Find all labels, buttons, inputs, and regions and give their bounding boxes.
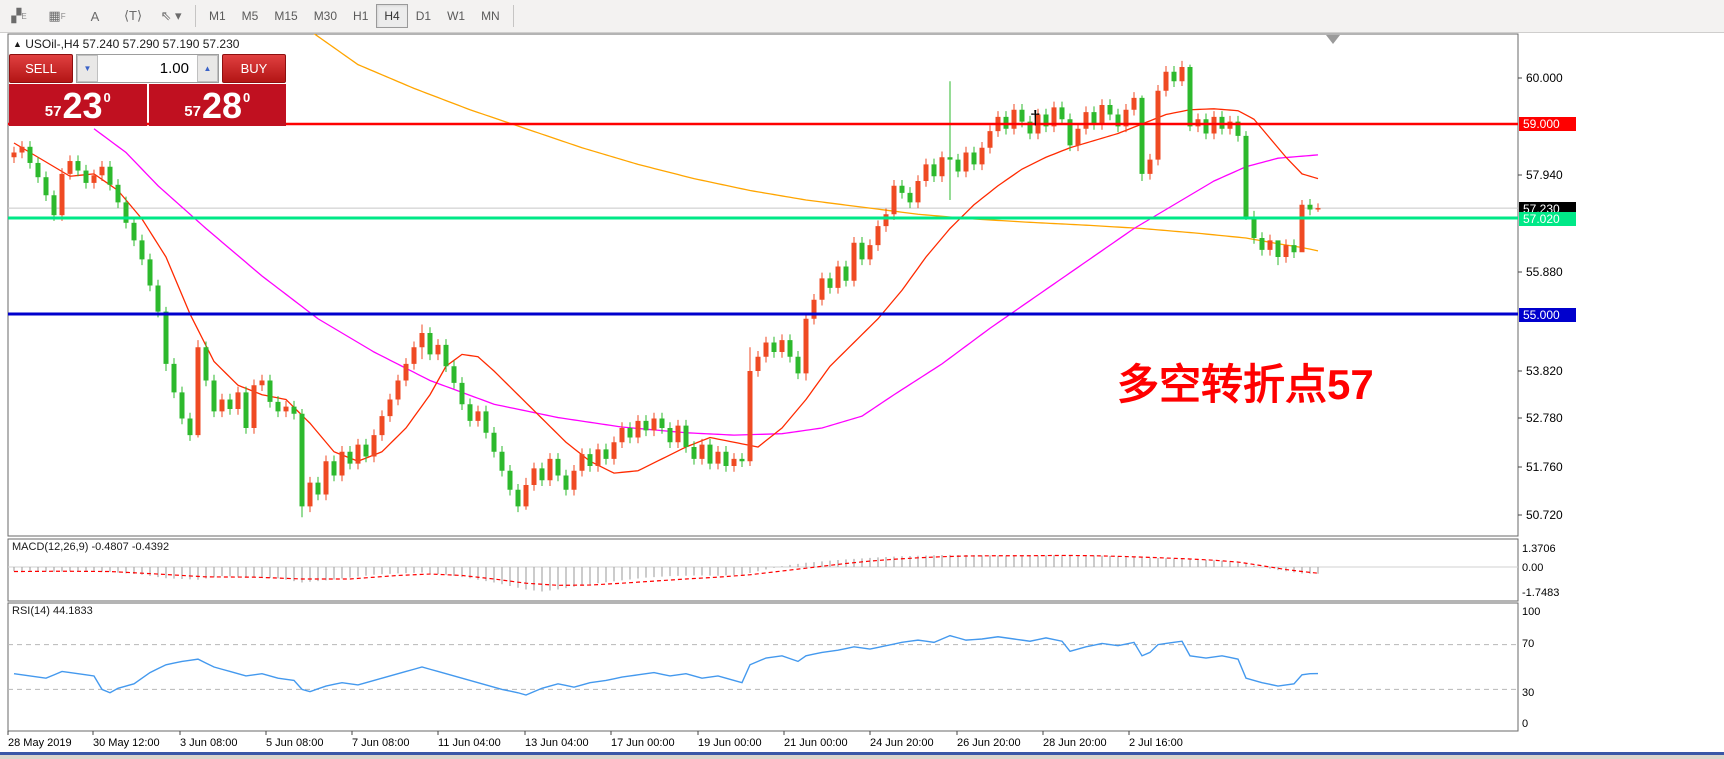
- svg-text:53.820: 53.820: [1526, 364, 1563, 378]
- svg-text:3 Jun 08:00: 3 Jun 08:00: [180, 737, 238, 749]
- timeframe-button-m5[interactable]: M5: [234, 4, 267, 28]
- timeframe-button-h4[interactable]: H4: [376, 4, 407, 28]
- svg-text:55.000: 55.000: [1523, 308, 1560, 322]
- sell-price[interactable]: 57230: [9, 84, 147, 126]
- annotation-text: 多空转折点57: [1117, 351, 1374, 412]
- svg-text:59.000: 59.000: [1523, 117, 1560, 131]
- buy-button[interactable]: BUY: [222, 54, 286, 83]
- collapse-triangle-icon[interactable]: ▲: [13, 39, 22, 49]
- timeframe-button-m30[interactable]: M30: [306, 4, 345, 28]
- svg-text:13 Jun 04:00: 13 Jun 04:00: [525, 737, 589, 749]
- one-click-trade-panel: SELL ▼ ▲ BUY 57230 57280: [9, 54, 286, 126]
- text-label-tool-icon[interactable]: A: [78, 3, 112, 29]
- toolbar-separator: [513, 5, 514, 27]
- timeframe-button-mn[interactable]: MN: [473, 4, 508, 28]
- svg-text:57.020: 57.020: [1523, 212, 1560, 226]
- svg-text:19 Jun 00:00: 19 Jun 00:00: [698, 737, 762, 749]
- svg-text:30: 30: [1522, 687, 1534, 699]
- buy-price[interactable]: 57280: [149, 84, 287, 126]
- svg-text:2 Jul 16:00: 2 Jul 16:00: [1129, 737, 1183, 749]
- svg-text:28 Jun 20:00: 28 Jun 20:00: [1043, 737, 1107, 749]
- chart-shift-marker-icon[interactable]: [1326, 35, 1340, 44]
- svg-text:21 Jun 00:00: 21 Jun 00:00: [784, 737, 848, 749]
- toolbar-separator: [195, 5, 196, 27]
- text-box-tool-icon[interactable]: ⟨T⟩: [116, 3, 150, 29]
- svg-text:60.000: 60.000: [1526, 71, 1563, 85]
- rsi-indicator-label: RSI(14) 44.1833: [12, 605, 93, 617]
- svg-text:52.780: 52.780: [1526, 411, 1563, 425]
- svg-text:24 Jun 20:00: 24 Jun 20:00: [870, 737, 934, 749]
- svg-text:57.940: 57.940: [1526, 168, 1563, 182]
- timeframe-button-d1[interactable]: D1: [408, 4, 439, 28]
- timeframe-button-w1[interactable]: W1: [439, 4, 473, 28]
- timeframe-button-m1[interactable]: M1: [201, 4, 234, 28]
- svg-text:17 Jun 00:00: 17 Jun 00:00: [611, 737, 675, 749]
- mt4-window: ▞E ▦F A ⟨T⟩ ⇖ ▾ M1 M5 M15 M30 H1 H4 D1 W…: [0, 0, 1724, 759]
- svg-text:30 May 12:00: 30 May 12:00: [93, 737, 160, 749]
- symbol-ohlc-line: ▲ USOil-,H4 57.240 57.290 57.190 57.230: [13, 37, 239, 51]
- pattern-tool-icon[interactable]: ▞E: [2, 3, 36, 29]
- volume-stepper: ▼ ▲: [76, 54, 219, 83]
- svg-text:0.00: 0.00: [1522, 562, 1543, 574]
- time-scale[interactable]: 28 May 2019 30 May 12:00 3 Jun 08:00 5 Jun …: [8, 731, 1183, 749]
- svg-text:0: 0: [1522, 718, 1528, 730]
- grid-tool-icon[interactable]: ▦F: [40, 3, 74, 29]
- bottom-dock-edge: [0, 752, 1724, 759]
- svg-text:5 Jun 08:00: 5 Jun 08:00: [266, 737, 324, 749]
- svg-text:1.3706: 1.3706: [1522, 543, 1556, 555]
- arrows-tool-icon[interactable]: ⇖ ▾: [154, 3, 188, 29]
- macd-indicator-label: MACD(12,26,9) -0.4807 -0.4392: [12, 541, 169, 553]
- svg-text:55.880: 55.880: [1526, 265, 1563, 279]
- svg-text:26 Jun 20:00: 26 Jun 20:00: [957, 737, 1021, 749]
- svg-text:100: 100: [1522, 606, 1540, 618]
- toolbar: ▞E ▦F A ⟨T⟩ ⇖ ▾ M1 M5 M15 M30 H1 H4 D1 W…: [0, 0, 1724, 33]
- panel-frame: [8, 539, 1518, 601]
- svg-text:70: 70: [1522, 638, 1534, 650]
- sell-button[interactable]: SELL: [9, 54, 73, 83]
- timeframe-button-h1[interactable]: H1: [345, 4, 376, 28]
- panel-frame: [8, 603, 1518, 731]
- svg-text:7 Jun 08:00: 7 Jun 08:00: [352, 737, 410, 749]
- volume-increase-button[interactable]: ▲: [197, 55, 218, 82]
- timeframe-button-m15[interactable]: M15: [266, 4, 305, 28]
- crosshair-mark: †: [1030, 108, 1041, 130]
- svg-text:-1.7483: -1.7483: [1522, 587, 1559, 599]
- price-scale[interactable]: 60.000 57.940 55.880 53.820 52.780 51.760 50.7…: [1518, 71, 1576, 730]
- volume-decrease-button[interactable]: ▼: [77, 55, 98, 82]
- svg-text:28 May 2019: 28 May 2019: [8, 737, 72, 749]
- svg-text:50.720: 50.720: [1526, 508, 1563, 522]
- volume-input[interactable]: [98, 55, 197, 82]
- svg-text:51.760: 51.760: [1526, 460, 1563, 474]
- svg-text:11 Jun 04:00: 11 Jun 04:00: [438, 737, 501, 749]
